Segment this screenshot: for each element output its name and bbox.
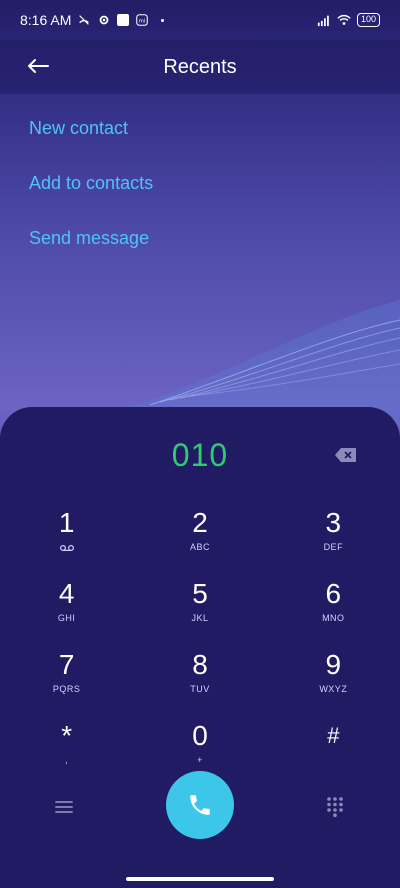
key-digit: 9 <box>325 649 342 680</box>
key-digit: 6 <box>325 578 342 609</box>
contact-actions: New contact Add to contacts Send message <box>29 110 153 275</box>
menu-icon <box>55 801 73 813</box>
phone-icon <box>190 795 210 815</box>
key-8[interactable]: 8 TUV <box>133 644 266 715</box>
key-letters: ABC <box>189 542 210 552</box>
key-digit: 1 <box>58 507 75 538</box>
mi-icon: mi <box>136 14 149 26</box>
signal-icon <box>317 15 329 27</box>
key-letters: JKL <box>191 613 209 623</box>
key-letters: DEF <box>323 542 344 552</box>
home-indicator[interactable] <box>126 877 274 881</box>
square-icon <box>117 14 130 26</box>
key-digit: * <box>61 720 73 751</box>
key-letters: WXYZ <box>319 684 348 694</box>
keypad-row: 1 2 ABC 3 DEF <box>0 502 400 573</box>
key-digit: 0 <box>192 720 208 751</box>
key-letters: + <box>197 755 203 765</box>
add-to-contacts-link[interactable]: Add to contacts <box>29 165 153 220</box>
settings-icon <box>100 15 109 25</box>
battery-icon: 100 <box>356 13 380 27</box>
status-left: 8:16 AM mi <box>20 12 165 28</box>
backspace-button[interactable] <box>334 447 358 463</box>
key-digit: 5 <box>192 578 208 609</box>
key-letters: TUV <box>190 684 210 694</box>
keypad: 1 2 ABC 3 DEF 4 GHI 5 JKL 6 MNO 7 PQRS 8… <box>0 502 400 786</box>
key-digit: 7 <box>58 649 75 680</box>
status-time: 8:16 AM <box>20 12 72 28</box>
header: Recents <box>0 40 400 94</box>
new-contact-link[interactable]: New contact <box>29 110 153 165</box>
wifi-icon <box>337 14 351 25</box>
back-arrow-icon <box>28 59 49 73</box>
menu-button[interactable] <box>52 795 76 819</box>
dialpad-toggle-button[interactable] <box>324 795 346 817</box>
dialpad-sheet: 010 1 2 ABC 3 DEF 4 GHI 5 JKL 6 MNO 7 PQ… <box>0 407 400 888</box>
key-letters: , <box>65 755 69 765</box>
key-letters: MNO <box>322 613 345 623</box>
status-bar: 8:16 AM mi 100 <box>0 0 400 40</box>
key-7[interactable]: 7 PQRS <box>0 644 133 715</box>
key-1[interactable]: 1 <box>0 502 133 573</box>
key-letters: PQRS <box>52 684 81 694</box>
back-button[interactable] <box>24 52 52 80</box>
key-digit: 8 <box>192 649 208 680</box>
key-9[interactable]: 9 WXYZ <box>267 644 400 715</box>
key-digit: 4 <box>58 578 75 609</box>
missed-call-icon <box>79 15 90 25</box>
key-digit: 3 <box>325 507 342 538</box>
key-4[interactable]: 4 GHI <box>0 573 133 644</box>
call-button[interactable] <box>166 771 234 839</box>
key-5[interactable]: 5 JKL <box>133 573 266 644</box>
key-digit: # <box>327 723 340 748</box>
dialer-bottom-bar <box>0 771 400 847</box>
key-2[interactable]: 2 ABC <box>133 502 266 573</box>
key-3[interactable]: 3 DEF <box>267 502 400 573</box>
keypad-row: 4 GHI 5 JKL 6 MNO <box>0 573 400 644</box>
page-title: Recents <box>163 55 237 78</box>
keypad-row: 7 PQRS 8 TUV 9 WXYZ <box>0 644 400 715</box>
dot-icon <box>161 18 165 22</box>
key-digit: 2 <box>192 507 208 538</box>
key-letters: GHI <box>57 613 76 623</box>
key-6[interactable]: 6 MNO <box>267 573 400 644</box>
voicemail-icon <box>59 544 74 552</box>
send-message-link[interactable]: Send message <box>29 220 153 275</box>
svg-text:mi: mi <box>139 19 146 25</box>
status-right: 100 <box>317 13 380 27</box>
